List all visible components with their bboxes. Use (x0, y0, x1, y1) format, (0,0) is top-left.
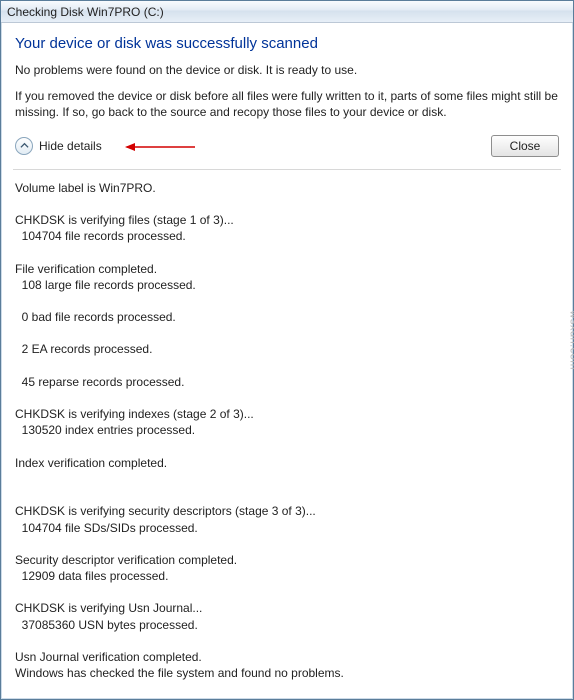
chevron-up-icon (15, 137, 33, 155)
details-log: Volume label is Win7PRO. CHKDSK is verif… (15, 180, 559, 691)
titlebar[interactable]: Checking Disk Win7PRO (C:) (1, 1, 573, 23)
annotation-arrow-icon (125, 141, 195, 153)
toggle-details-label: Hide details (39, 139, 102, 153)
dialog-window: Checking Disk Win7PRO (C:) Your device o… (0, 0, 574, 700)
separator (13, 169, 561, 170)
window-title: Checking Disk Win7PRO (C:) (7, 5, 164, 19)
summary-line-2: If you removed the device or disk before… (15, 88, 559, 120)
toggle-details-button[interactable]: Hide details (15, 137, 102, 155)
dialog-content: Your device or disk was successfully sca… (1, 23, 573, 699)
details-toolbar: Hide details Close (15, 135, 559, 157)
close-button[interactable]: Close (491, 135, 559, 157)
result-heading: Your device or disk was successfully sca… (15, 35, 559, 52)
summary-line-1: No problems were found on the device or … (15, 62, 559, 78)
